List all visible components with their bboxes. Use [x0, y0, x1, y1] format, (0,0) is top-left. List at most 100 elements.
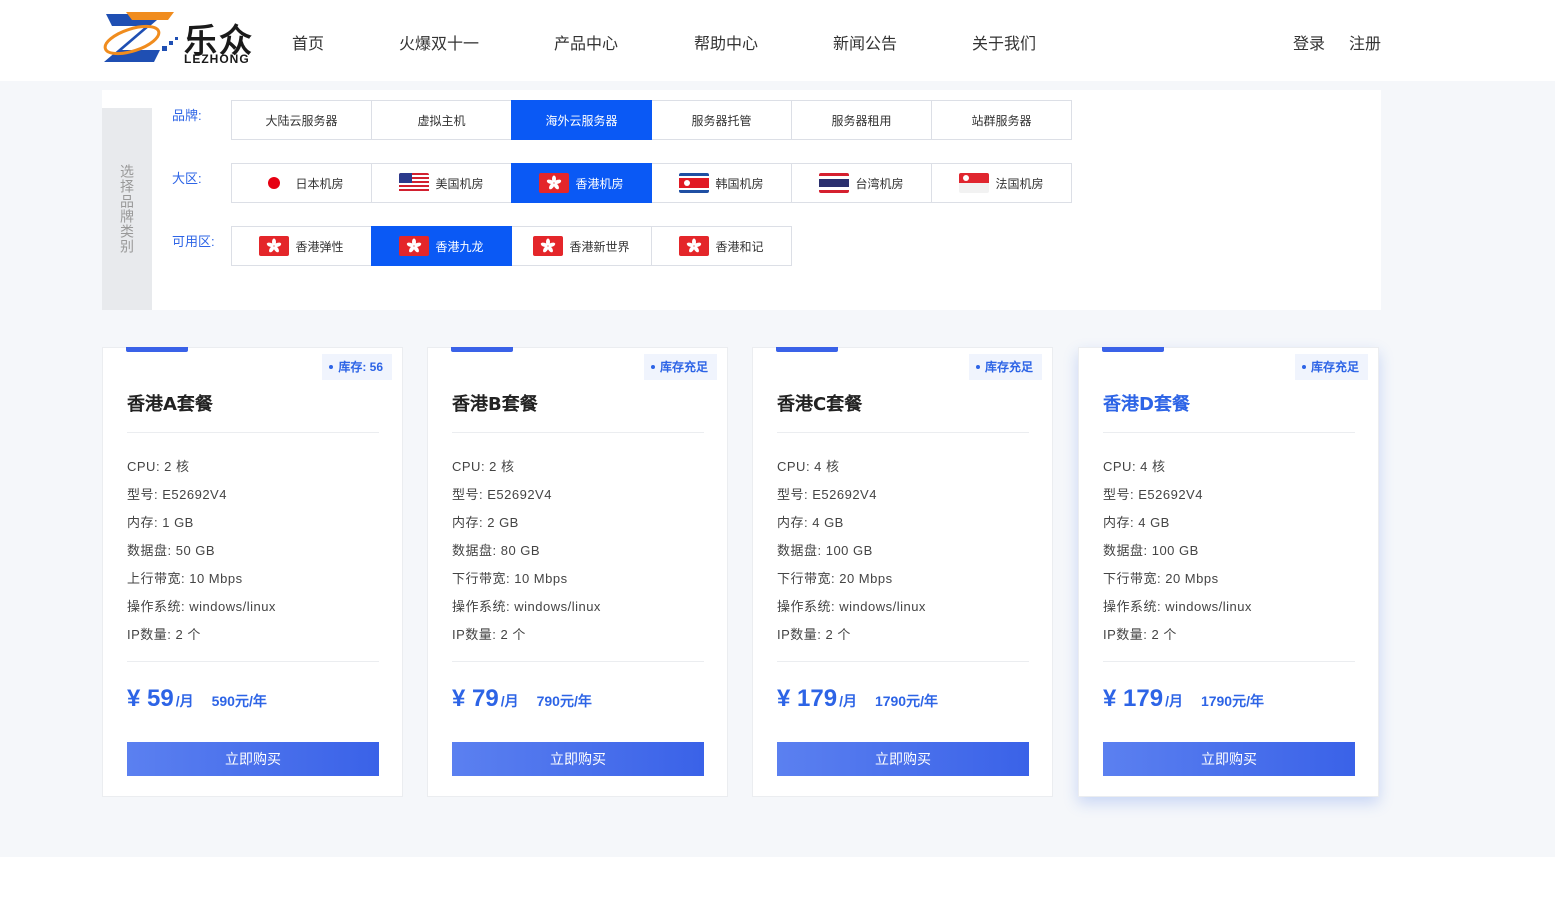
- region-option-hongkong[interactable]: 香港机房: [511, 163, 652, 203]
- region-option-japan[interactable]: 日本机房: [231, 163, 372, 203]
- nav-home[interactable]: 首页: [292, 30, 324, 54]
- stock-badge: 库存充足: [968, 354, 1042, 380]
- zone-option-hk-kowloon[interactable]: 香港九龙: [371, 226, 512, 266]
- spec-bandwidth: 上行带宽: 10 Mbps: [127, 571, 243, 586]
- spec-ip: IP数量: 2 个: [1103, 627, 1177, 642]
- hongkong-flag-icon: [533, 236, 564, 256]
- region-option-usa[interactable]: 美国机房: [371, 163, 512, 203]
- price-monthly: ¥ 79: [452, 685, 499, 712]
- product-card-c: 库存充足 香港C套餐 CPU: 4 核 型号: E52692V4 内存: 4 G…: [752, 347, 1053, 797]
- price-month-unit: /月: [1165, 693, 1183, 709]
- nav-help[interactable]: 帮助中心: [694, 30, 758, 54]
- price-yearly: 1790元/年: [1200, 693, 1264, 709]
- spec-disk: 数据盘: 100 GB: [777, 543, 873, 558]
- brand-option-mainland-cloud[interactable]: 大陆云服务器: [231, 100, 372, 140]
- spec-model: 型号: E52692V4: [1103, 487, 1203, 502]
- login-link[interactable]: 登录: [1293, 30, 1325, 54]
- card-accent-bar: [451, 347, 513, 352]
- spec-ip: IP数量: 2 个: [127, 627, 201, 642]
- spec-disk: 数据盘: 50 GB: [127, 543, 216, 558]
- spec-bandwidth: 下行带宽: 10 Mbps: [452, 571, 568, 586]
- region-option-korea[interactable]: 韩国机房: [651, 163, 792, 203]
- spec-cpu: CPU: 4 核: [1103, 459, 1166, 474]
- spec-cpu: CPU: 4 核: [777, 459, 840, 474]
- filter-panel: 选择品牌类别 品牌: 大陆云服务器 虚拟主机 海外云服务器 服务器托管 服务器租…: [102, 90, 1381, 310]
- buy-now-button[interactable]: 立即购买: [1103, 742, 1355, 776]
- usa-flag-icon: [399, 173, 430, 193]
- card-title: 香港B套餐: [452, 394, 538, 415]
- spec-ip: IP数量: 2 个: [452, 627, 526, 642]
- brand-option-virtual-host[interactable]: 虚拟主机: [371, 100, 512, 140]
- spec-bandwidth: 下行带宽: 20 Mbps: [777, 571, 893, 586]
- register-link[interactable]: 注册: [1349, 30, 1381, 54]
- zone-options: 香港弹性 香港九龙 香港新世界 香港和记: [231, 226, 792, 266]
- buy-now-button[interactable]: 立即购买: [777, 742, 1029, 776]
- zone-option-label: 香港九龙: [435, 239, 484, 254]
- region-option-label: 香港机房: [575, 176, 624, 191]
- product-card-a: 库存: 56 香港A套餐 CPU: 2 核 型号: E52692V4 内存: 1…: [102, 347, 403, 797]
- spec-model: 型号: E52692V4: [127, 487, 227, 502]
- zone-option-hk-hutchison[interactable]: 香港和记: [651, 226, 792, 266]
- card-divider: [1103, 661, 1355, 662]
- brand-option-hosting[interactable]: 服务器托管: [651, 100, 792, 140]
- spec-memory: 内存: 1 GB: [127, 515, 194, 530]
- card-divider: [777, 661, 1029, 662]
- nav-double-eleven[interactable]: 火爆双十一: [399, 30, 479, 54]
- region-option-taiwan[interactable]: 台湾机房: [791, 163, 932, 203]
- brand-label: 品牌:: [172, 108, 202, 123]
- zone-option-label: 香港弹性: [295, 239, 344, 254]
- card-title: 香港A套餐: [127, 394, 213, 415]
- spec-model: 型号: E52692V4: [452, 487, 552, 502]
- japan-flag-icon: [259, 173, 290, 193]
- region-options: 日本机房 美国机房 香港机房 韩国机房 台湾机房 法国机房: [231, 163, 1072, 203]
- filter-side-text: 选择品牌类别: [119, 164, 135, 254]
- logo-text-en: LEZHONG: [184, 52, 250, 66]
- region-option-label: 台湾机房: [855, 176, 904, 191]
- buy-now-button[interactable]: 立即购买: [452, 742, 704, 776]
- region-option-france[interactable]: 法国机房: [931, 163, 1072, 203]
- stock-badge: 库存充足: [643, 354, 717, 380]
- spec-disk: 数据盘: 100 GB: [1103, 543, 1199, 558]
- price-yearly: 1790元/年: [874, 693, 938, 709]
- spec-bandwidth: 下行带宽: 20 Mbps: [1103, 571, 1219, 586]
- spec-memory: 内存: 4 GB: [777, 515, 844, 530]
- region-option-label: 法国机房: [995, 176, 1044, 191]
- card-accent-bar: [126, 347, 188, 352]
- card-title: 香港D套餐: [1103, 394, 1190, 415]
- nav-products[interactable]: 产品中心: [554, 30, 618, 54]
- zone-option-hk-elastic[interactable]: 香港弹性: [231, 226, 372, 266]
- region-option-label: 美国机房: [435, 176, 484, 191]
- site-header: 乐众 LEZHONG 首页 火爆双十一 产品中心 帮助中心 新闻公告 关于我们 …: [0, 0, 1555, 81]
- spec-os: 操作系统: windows/linux: [452, 599, 601, 614]
- region-option-label: 日本机房: [295, 176, 344, 191]
- spec-os: 操作系统: windows/linux: [777, 599, 926, 614]
- spec-os: 操作系统: windows/linux: [127, 599, 276, 614]
- spec-os: 操作系统: windows/linux: [1103, 599, 1252, 614]
- thailand-flag-icon: [819, 173, 850, 193]
- card-divider: [1103, 432, 1355, 433]
- buy-now-button[interactable]: 立即购买: [127, 742, 379, 776]
- stock-badge: 库存充足: [1294, 354, 1368, 380]
- brand-option-overseas-cloud[interactable]: 海外云服务器: [511, 100, 652, 140]
- spec-ip: IP数量: 2 个: [777, 627, 851, 642]
- hongkong-flag-icon: [679, 236, 710, 256]
- card-price: ¥ 179 /月 1790元/年: [777, 685, 938, 713]
- card-divider: [777, 432, 1029, 433]
- price-monthly: ¥ 179: [777, 685, 838, 712]
- filter-side-label: 选择品牌类别: [102, 108, 152, 310]
- card-title: 香港C套餐: [777, 394, 863, 415]
- card-price: ¥ 179 /月 1790元/年: [1103, 685, 1264, 713]
- nav-about[interactable]: 关于我们: [972, 30, 1036, 54]
- zone-option-hk-new-world[interactable]: 香港新世界: [511, 226, 652, 266]
- nav-news[interactable]: 新闻公告: [833, 30, 897, 54]
- region-label: 大区:: [172, 171, 202, 186]
- product-card-d: 库存充足 香港D套餐 CPU: 4 核 型号: E52692V4 内存: 4 G…: [1078, 347, 1379, 797]
- logo[interactable]: 乐众 LEZHONG: [102, 10, 254, 68]
- brand-option-rental[interactable]: 服务器租用: [791, 100, 932, 140]
- spec-memory: 内存: 4 GB: [1103, 515, 1170, 530]
- hongkong-flag-icon: [259, 236, 290, 256]
- brand-option-cluster[interactable]: 站群服务器: [931, 100, 1072, 140]
- spec-cpu: CPU: 2 核: [127, 459, 190, 474]
- price-month-unit: /月: [839, 693, 857, 709]
- price-month-unit: /月: [500, 693, 519, 709]
